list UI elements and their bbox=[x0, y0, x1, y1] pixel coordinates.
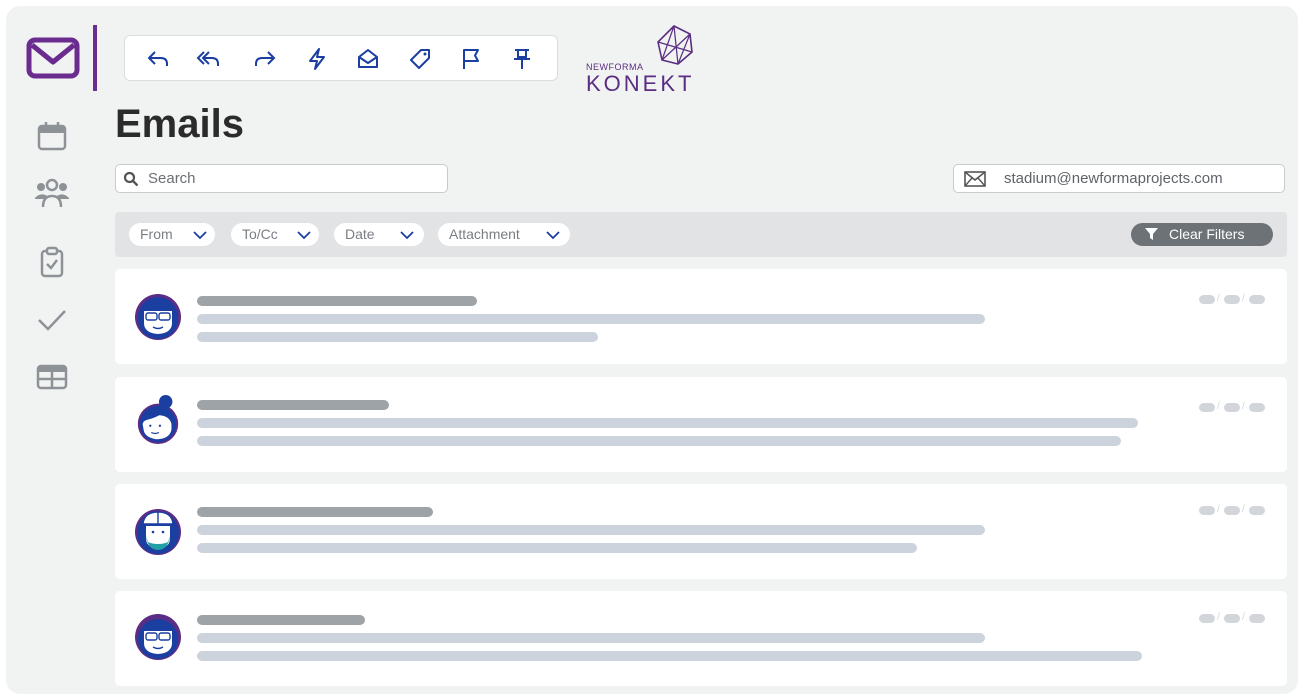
quick-action-icon[interactable] bbox=[305, 47, 329, 71]
reply-icon[interactable] bbox=[146, 47, 170, 71]
envelope-icon bbox=[964, 171, 986, 187]
page-title: Emails bbox=[115, 102, 244, 146]
sender-placeholder bbox=[197, 507, 433, 517]
filter-attachment-label: Attachment bbox=[449, 226, 520, 242]
subject-placeholder bbox=[197, 633, 985, 643]
sender-placeholder bbox=[197, 400, 389, 410]
tag-icon[interactable] bbox=[408, 47, 432, 71]
sender-placeholder bbox=[197, 615, 365, 625]
filter-bar: From To/Cc Date Attachment Clear Filters bbox=[115, 212, 1287, 257]
clear-filters-label: Clear Filters bbox=[1169, 226, 1245, 242]
preview-placeholder bbox=[197, 543, 917, 553]
table-icon[interactable] bbox=[36, 361, 68, 393]
contacts-icon[interactable] bbox=[34, 176, 70, 208]
filter-from-label: From bbox=[140, 226, 173, 242]
email-toolbar bbox=[124, 35, 558, 81]
checkmark-icon[interactable] bbox=[36, 304, 68, 336]
preview-placeholder bbox=[197, 651, 1142, 661]
subject-placeholder bbox=[197, 418, 1138, 428]
search-input[interactable] bbox=[148, 167, 438, 190]
mark-read-icon[interactable] bbox=[356, 47, 380, 71]
email-row[interactable]: / / bbox=[115, 377, 1287, 472]
pin-icon[interactable] bbox=[510, 47, 534, 71]
sender-placeholder bbox=[197, 296, 477, 306]
clear-filters-button[interactable]: Clear Filters bbox=[1131, 223, 1273, 246]
chevron-down-icon bbox=[193, 231, 207, 240]
filter-attachment[interactable]: Attachment bbox=[438, 223, 570, 246]
filter-from[interactable]: From bbox=[129, 223, 215, 246]
active-indicator bbox=[93, 25, 97, 91]
avatar-woman-bun-icon bbox=[137, 395, 179, 445]
filter-date-label: Date bbox=[345, 226, 375, 242]
date-placeholder: / / bbox=[1199, 612, 1265, 624]
calendar-icon[interactable] bbox=[36, 120, 68, 152]
date-placeholder: / / bbox=[1199, 504, 1265, 516]
logo-mark-icon bbox=[657, 25, 693, 65]
logo-wordmark: KONEKT bbox=[586, 71, 695, 96]
forward-icon[interactable] bbox=[253, 47, 277, 71]
mailbox-address: stadium@newformaprojects.com bbox=[1004, 170, 1223, 187]
mail-icon[interactable] bbox=[26, 37, 80, 79]
email-row[interactable]: / / bbox=[115, 269, 1287, 364]
subject-placeholder bbox=[197, 525, 985, 535]
funnel-icon bbox=[1145, 228, 1158, 240]
search-box[interactable] bbox=[115, 164, 448, 193]
date-placeholder: / / bbox=[1199, 401, 1265, 413]
chevron-down-icon bbox=[297, 231, 311, 240]
preview-placeholder bbox=[197, 436, 1121, 446]
chevron-down-icon bbox=[400, 231, 414, 240]
avatar-man-glasses-icon bbox=[135, 294, 181, 340]
clipboard-icon[interactable] bbox=[36, 246, 68, 278]
avatar-construction-worker-icon bbox=[135, 509, 181, 555]
filter-tocc-label: To/Cc bbox=[242, 226, 278, 242]
avatar-man-glasses-icon bbox=[135, 614, 181, 660]
filter-date[interactable]: Date bbox=[334, 223, 424, 246]
email-row[interactable]: / / bbox=[115, 591, 1287, 686]
subject-placeholder bbox=[197, 314, 985, 324]
reply-all-icon[interactable] bbox=[196, 47, 220, 71]
newforma-konekt-logo: NEWFORMA KONEKT bbox=[584, 24, 704, 96]
search-icon bbox=[123, 171, 139, 187]
chevron-down-icon bbox=[546, 231, 560, 240]
email-row[interactable]: / / bbox=[115, 484, 1287, 579]
preview-placeholder bbox=[197, 332, 598, 342]
mailbox-address-field[interactable]: stadium@newformaprojects.com bbox=[953, 164, 1285, 193]
flag-icon[interactable] bbox=[459, 47, 483, 71]
filter-tocc[interactable]: To/Cc bbox=[231, 223, 319, 246]
date-placeholder: / / bbox=[1199, 293, 1265, 305]
